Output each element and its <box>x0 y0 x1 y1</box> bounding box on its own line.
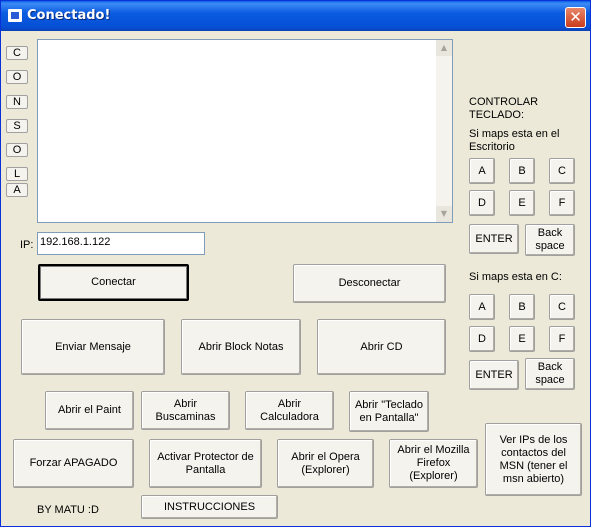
desktop-key-d[interactable]: D <box>469 190 495 216</box>
side-button-l[interactable]: L <box>6 167 28 181</box>
abrir-block-notas-button[interactable]: Abrir Block Notas <box>181 319 301 375</box>
keyboard-title: CONTROLAR TECLADO: <box>469 96 539 121</box>
forzar-apagado-button[interactable]: Forzar APAGADO <box>13 439 134 488</box>
console-output[interactable]: ▲ ▼ <box>37 39 453 223</box>
abrir-opera-button[interactable]: Abrir el Opera (Explorer) <box>277 439 374 488</box>
desktop-enter-button[interactable]: ENTER <box>469 224 519 254</box>
desktop-key-b[interactable]: B <box>509 158 535 184</box>
c-key-d[interactable]: D <box>469 326 495 352</box>
abrir-firefox-button[interactable]: Abrir el Mozilla Firefox (Explorer) <box>389 439 478 488</box>
side-button-s[interactable]: S <box>6 119 28 133</box>
ip-label: IP: <box>20 239 34 251</box>
app-window: Conectado! ✕ C O N S O L A ▲ ▼ IP: 192.1… <box>0 0 591 527</box>
desktop-key-e[interactable]: E <box>509 190 535 216</box>
credit-label: BY MATU :D <box>37 504 99 516</box>
app-icon <box>8 9 22 22</box>
c-key-c[interactable]: C <box>549 294 575 320</box>
c-enter-button[interactable]: ENTER <box>469 360 519 390</box>
abrir-paint-button[interactable]: Abrir el Paint <box>45 391 134 430</box>
c-key-e[interactable]: E <box>509 326 535 352</box>
side-button-n[interactable]: N <box>6 95 28 109</box>
ip-input[interactable]: 192.168.1.122 <box>37 232 205 255</box>
c-backspace-button[interactable]: Back space <box>525 358 575 390</box>
desconectar-button[interactable]: Desconectar <box>293 264 446 303</box>
desktop-backspace-button[interactable]: Back space <box>525 224 575 256</box>
side-button-o2[interactable]: O <box>6 143 28 157</box>
desktop-key-f[interactable]: F <box>549 190 575 216</box>
ver-ips-button[interactable]: Ver IPs de los contactos del MSN (tener … <box>485 423 582 496</box>
desktop-section-label: Si maps esta en el Escritorio <box>469 128 560 153</box>
vertical-scrollbar[interactable]: ▲ ▼ <box>436 40 452 222</box>
scroll-down-icon[interactable]: ▼ <box>436 206 452 222</box>
window-title: Conectado! <box>27 8 111 23</box>
side-button-a[interactable]: A <box>6 183 28 197</box>
c-section-label: Si maps esta en C: <box>469 271 562 283</box>
abrir-teclado-button[interactable]: Abrir "Teclado en Pantalla" <box>349 391 429 432</box>
c-key-b[interactable]: B <box>509 294 535 320</box>
c-key-a[interactable]: A <box>469 294 495 320</box>
side-button-c[interactable]: C <box>6 46 28 60</box>
c-key-f[interactable]: F <box>549 326 575 352</box>
enviar-mensaje-button[interactable]: Enviar Mensaje <box>21 319 165 375</box>
desktop-key-c[interactable]: C <box>549 158 575 184</box>
abrir-buscaminas-button[interactable]: Abrir Buscaminas <box>141 391 230 430</box>
conectar-button[interactable]: Conectar <box>38 264 189 301</box>
title-bar[interactable]: Conectado! ✕ <box>1 1 590 31</box>
side-button-o[interactable]: O <box>6 70 28 84</box>
instrucciones-button[interactable]: INSTRUCCIONES <box>141 495 278 519</box>
desktop-key-a[interactable]: A <box>469 158 495 184</box>
abrir-cd-button[interactable]: Abrir CD <box>317 319 446 375</box>
close-button[interactable]: ✕ <box>565 7 586 28</box>
scroll-up-icon[interactable]: ▲ <box>436 40 452 56</box>
abrir-calculadora-button[interactable]: Abrir Calculadora <box>245 391 334 430</box>
activar-protector-button[interactable]: Activar Protector de Pantalla <box>149 439 262 488</box>
